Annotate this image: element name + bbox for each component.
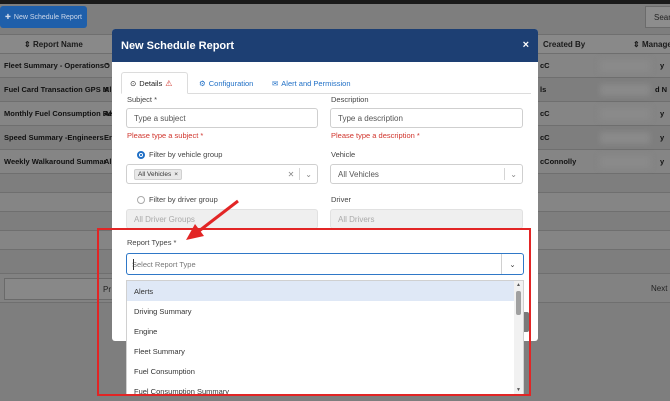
filter-driver-group-radio[interactable]: Filter by driver group <box>137 195 218 204</box>
clock-icon: ⊙ <box>130 78 137 88</box>
modal-title: New Schedule Report <box>121 40 235 52</box>
driver-select: All Drivers <box>330 209 523 229</box>
description-input[interactable]: Type a description <box>330 108 523 128</box>
gear-icon: ⚙ <box>199 78 206 88</box>
column-manage[interactable]: Manage <box>642 40 670 49</box>
tab-bar: ⊙ Details ⚠ ⚙ Configuration ✉ Alert and … <box>121 72 531 94</box>
driver-groups-select: All Driver Groups <box>126 209 318 229</box>
chevron-down-icon[interactable]: ⌄ <box>510 170 522 179</box>
search-button[interactable]: Sear <box>645 6 670 28</box>
next-button[interactable]: Next <box>651 284 667 293</box>
description-label: Description <box>331 95 369 104</box>
vehicle-select[interactable]: All Vehicles ⌄ <box>330 164 523 184</box>
warning-icon: ⚠ <box>165 78 173 88</box>
subject-label: Subject * <box>127 95 158 104</box>
radio-selected-icon <box>137 150 145 159</box>
radio-unselected-icon <box>137 195 145 204</box>
subject-input[interactable]: Type a subject <box>126 108 318 128</box>
filter-vehicle-group-radio[interactable]: Filter by vehicle group <box>137 150 222 159</box>
sort-icon[interactable]: ⇕ <box>633 40 640 49</box>
vehicle-group-chip: All Vehicles × <box>134 168 183 180</box>
vehicle-group-select[interactable]: All Vehicles × ✕ ⌄ <box>126 164 318 184</box>
driver-label: Driver <box>331 195 351 204</box>
column-report-name[interactable]: Report Name <box>33 40 83 49</box>
column-created-by[interactable]: Created By <box>543 40 585 49</box>
vehicle-label: Vehicle <box>331 150 356 159</box>
new-schedule-report-button[interactable]: ✚ New Schedule Report <box>0 6 87 28</box>
clear-icon[interactable]: ✕ <box>288 170 295 179</box>
modal-header: New Schedule Report × <box>112 29 538 62</box>
top-bar <box>0 0 670 4</box>
sort-icon[interactable]: ⇕ <box>24 40 31 49</box>
annotation-highlight-box <box>97 228 531 396</box>
plus-icon: ✚ <box>5 14 11 21</box>
description-error: Please type a description * <box>331 131 420 140</box>
chevron-down-icon[interactable]: ⌄ <box>305 170 317 179</box>
remove-chip-icon[interactable]: × <box>174 171 178 178</box>
tab-alert-and-permission[interactable]: ✉ Alert and Permission <box>264 72 359 94</box>
close-icon[interactable]: × <box>523 39 529 51</box>
tab-configuration[interactable]: ⚙ Configuration <box>191 72 261 94</box>
subject-error: Please type a subject * <box>127 131 204 140</box>
tab-details[interactable]: ⊙ Details ⚠ <box>121 72 188 94</box>
envelope-icon: ✉ <box>272 78 279 88</box>
